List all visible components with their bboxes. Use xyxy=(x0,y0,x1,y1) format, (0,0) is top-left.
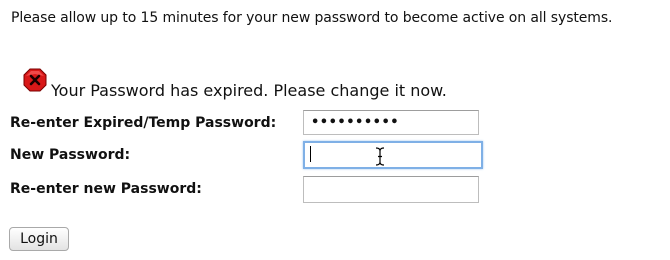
password-change-page: Please allow up to 15 minutes for your n… xyxy=(0,0,670,260)
expired-message: Your Password has expired. Please change… xyxy=(51,81,447,100)
expired-password-mask: •••••••••• xyxy=(311,115,400,130)
propagation-notice: Please allow up to 15 minutes for your n… xyxy=(11,10,613,26)
confirm-password-label: Re-enter new Password: xyxy=(10,181,202,197)
error-x-icon xyxy=(23,68,47,92)
expired-status-row: Your Password has expired. Please change… xyxy=(23,68,483,100)
new-password-row: New Password: xyxy=(10,141,490,170)
new-password-field[interactable] xyxy=(303,141,483,169)
expired-password-row: Re-enter Expired/Temp Password: ••••••••… xyxy=(10,110,490,138)
ibeam-cursor-icon xyxy=(375,147,385,166)
confirm-password-row: Re-enter new Password: xyxy=(10,176,490,204)
text-caret xyxy=(310,146,311,162)
expired-password-label: Re-enter Expired/Temp Password: xyxy=(10,115,277,131)
new-password-label: New Password: xyxy=(10,147,131,163)
login-button[interactable]: Login xyxy=(9,227,69,251)
expired-password-field[interactable]: •••••••••• xyxy=(303,110,479,135)
confirm-password-field[interactable] xyxy=(303,176,479,203)
